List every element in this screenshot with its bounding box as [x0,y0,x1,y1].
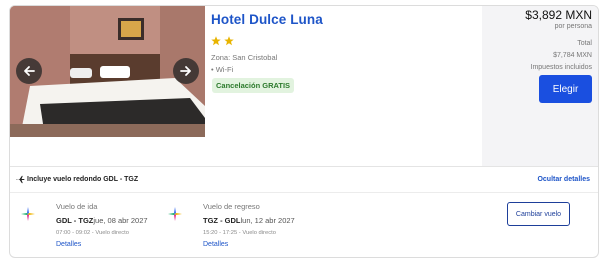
hotel-room-photo[interactable] [10,6,205,137]
arrow-left-icon [24,66,35,76]
hotel-amenity-wifi: • Wi-Fi [211,65,234,74]
leg-route: TGZ - GDLlun, 12 abr 2027 [203,216,295,225]
leg-times: 15:20 - 17:25 - Vuelo directo [203,230,276,236]
airline-logo-icon [168,207,182,221]
taxes-included-label: Impuestos incluidos [530,64,592,71]
hotel-info: Hotel Dulce Luna Zona: San Cristobal • W… [211,6,481,137]
previous-photo-button[interactable] [16,58,42,84]
star-icon [224,36,234,46]
airplane-icon [16,175,25,184]
choose-button[interactable]: Elegir [539,75,592,103]
price-per-person: $3,892 MXN [525,8,592,22]
hotel-name-link[interactable]: Hotel Dulce Luna [211,12,323,27]
arrow-right-icon [180,66,191,76]
leg-title: Vuelo de regreso [203,202,260,211]
leg-route-code: TGZ - GDL [203,216,241,225]
leg-route-code: GDL - TGZ [56,216,94,225]
leg-date: jue, 08 abr 2027 [93,216,148,225]
price-panel: $3,892 MXN por persona Total $7,784 MXN … [482,6,598,166]
total-price: $7,784 MXN [553,52,592,59]
next-photo-button[interactable] [173,58,199,84]
free-cancellation-badge: Cancelación GRATIS [212,78,295,93]
star-icon [211,36,221,46]
leg-route: GDL - TGZjue, 08 abr 2027 [56,216,148,225]
price-per-person-label: por persona [554,23,592,30]
leg-details-link[interactable]: Detalles [56,241,148,248]
hide-details-link[interactable]: Ocultar detalles [537,176,590,183]
hotel-zone: Zona: San Cristobal [211,53,278,62]
divider [10,166,598,167]
divider [10,192,598,193]
leg-title: Vuelo de ida [56,202,98,211]
leg-times: 07:00 - 09:02 - Vuelo directo [56,230,129,236]
hotel-star-rating [211,36,234,46]
total-label: Total [577,40,592,47]
change-flight-button[interactable]: Cambiar vuelo [507,202,570,226]
flight-summary-text: Incluye vuelo redondo GDL - TGZ [27,176,139,183]
leg-date: lun, 12 abr 2027 [240,216,295,225]
hotel-flight-result-card: Hotel Dulce Luna Zona: San Cristobal • W… [9,5,599,258]
flight-summary: Incluye vuelo redondo GDL - TGZ [16,175,138,184]
airline-logo-icon [21,207,35,221]
leg-details-link[interactable]: Detalles [203,241,295,248]
